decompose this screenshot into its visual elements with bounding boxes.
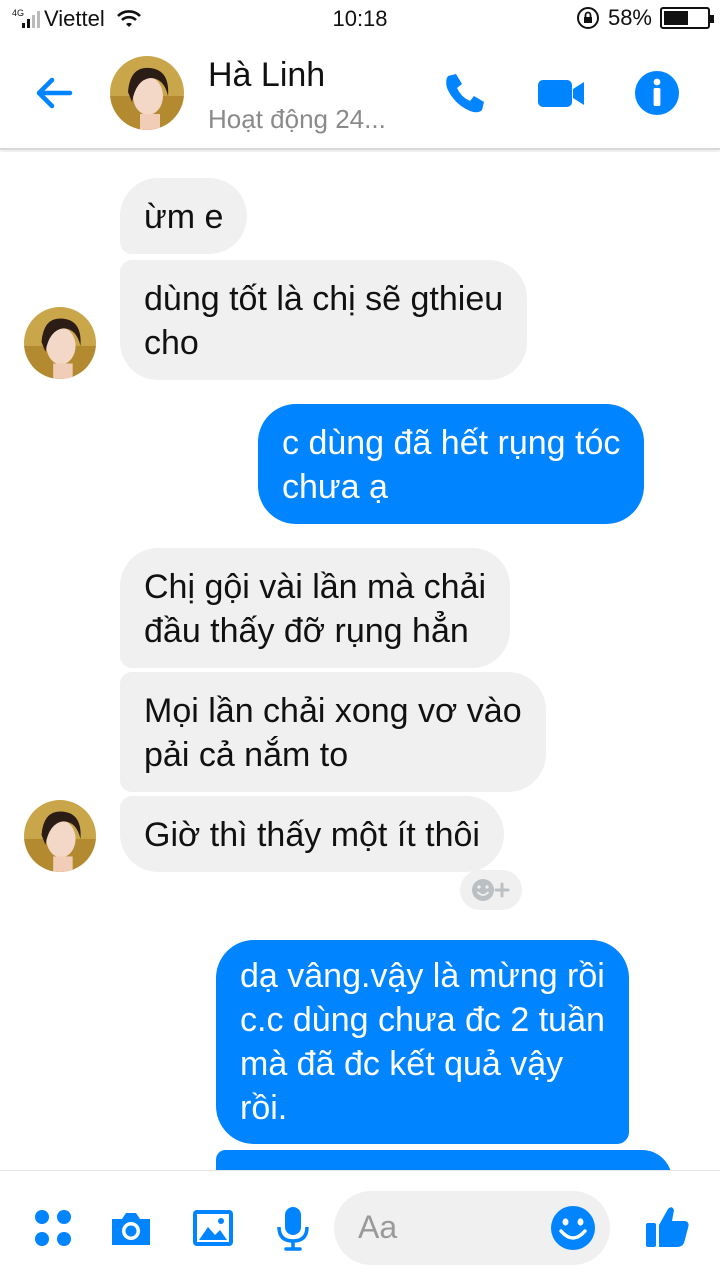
message-text: dùng tốt là chị sẽ gthieu bbox=[144, 280, 504, 318]
rotation-lock-icon bbox=[576, 7, 599, 29]
image-icon[interactable] bbox=[190, 1205, 236, 1251]
battery-percent: 58% bbox=[607, 5, 652, 30]
message-bubble-incoming[interactable]: dùng tốt là chị sẽ gthieu cho bbox=[120, 260, 528, 380]
message-text: cho bbox=[144, 324, 199, 362]
contact-avatar[interactable] bbox=[110, 56, 184, 130]
microphone-icon[interactable] bbox=[270, 1205, 316, 1251]
message-text: Chị gội vài lần mà chải bbox=[144, 568, 487, 606]
message-bubble-incoming[interactable]: ừm e bbox=[120, 178, 248, 254]
phone-icon[interactable] bbox=[440, 68, 490, 118]
status-bar: 4G Viettel 10:18 58% bbox=[0, 0, 720, 38]
thumbs-up-icon[interactable] bbox=[642, 1201, 692, 1251]
message-list[interactable]: ừm e dùng tốt là chị sẽ gthieu cho c dùn… bbox=[0, 152, 720, 1170]
camera-icon[interactable] bbox=[108, 1205, 154, 1251]
message-text: Mọi lần chải xong vơ vào bbox=[144, 692, 522, 730]
message-bubble-outgoing[interactable]: c dùng đã hết rụng tóc chưa ạ bbox=[258, 404, 645, 524]
smiley-icon[interactable] bbox=[548, 1203, 598, 1253]
message-bubble-incoming[interactable]: Mọi lần chải xong vơ vào pải cả nắm to bbox=[120, 672, 546, 792]
info-icon[interactable] bbox=[632, 68, 682, 118]
add-reaction-icon[interactable] bbox=[460, 870, 522, 910]
message-text: đầu thấy đỡ rụng hẳn bbox=[144, 612, 469, 650]
sender-avatar[interactable] bbox=[24, 800, 96, 872]
message-text: pải cả nắm to bbox=[144, 736, 349, 774]
sender-avatar[interactable] bbox=[24, 307, 96, 379]
composer-bar: Aa bbox=[0, 1170, 720, 1280]
message-text: chưa ạ bbox=[282, 468, 388, 506]
conversation-header: Hà Linh Hoạt động 24... bbox=[0, 38, 720, 150]
battery-icon bbox=[660, 7, 714, 29]
message-text: dạ vâng.vậy là mừng rồi bbox=[240, 957, 605, 995]
contact-status: Hoạt động 24... bbox=[208, 104, 386, 134]
message-input[interactable]: Aa bbox=[334, 1191, 610, 1265]
message-bubble-outgoing-partial[interactable] bbox=[216, 1150, 672, 1170]
message-bubble-incoming[interactable]: Giờ thì thấy một ít thôi bbox=[120, 796, 504, 872]
message-text: ừm e bbox=[144, 198, 224, 236]
message-bubble-incoming[interactable]: Chị gội vài lần mà chải đầu thấy đỡ rụng… bbox=[120, 548, 511, 668]
video-camera-icon[interactable] bbox=[536, 68, 586, 118]
message-text: rồi. bbox=[240, 1089, 288, 1127]
message-bubble-outgoing[interactable]: dạ vâng.vậy là mừng rồi c.c dùng chưa đc… bbox=[216, 940, 629, 1144]
contact-name: Hà Linh bbox=[208, 56, 326, 94]
back-button[interactable] bbox=[30, 68, 80, 118]
status-right: 58% bbox=[576, 5, 714, 31]
message-text: c.c dùng chưa đc 2 tuần bbox=[240, 1001, 605, 1039]
message-input-placeholder: Aa bbox=[358, 1209, 398, 1245]
message-text: mà đã đc kết quả vậy bbox=[240, 1045, 564, 1083]
four-dots-icon[interactable] bbox=[30, 1205, 76, 1251]
message-text: c dùng đã hết rụng tóc bbox=[282, 424, 621, 462]
message-text: Giờ thì thấy một ít thôi bbox=[144, 816, 480, 854]
